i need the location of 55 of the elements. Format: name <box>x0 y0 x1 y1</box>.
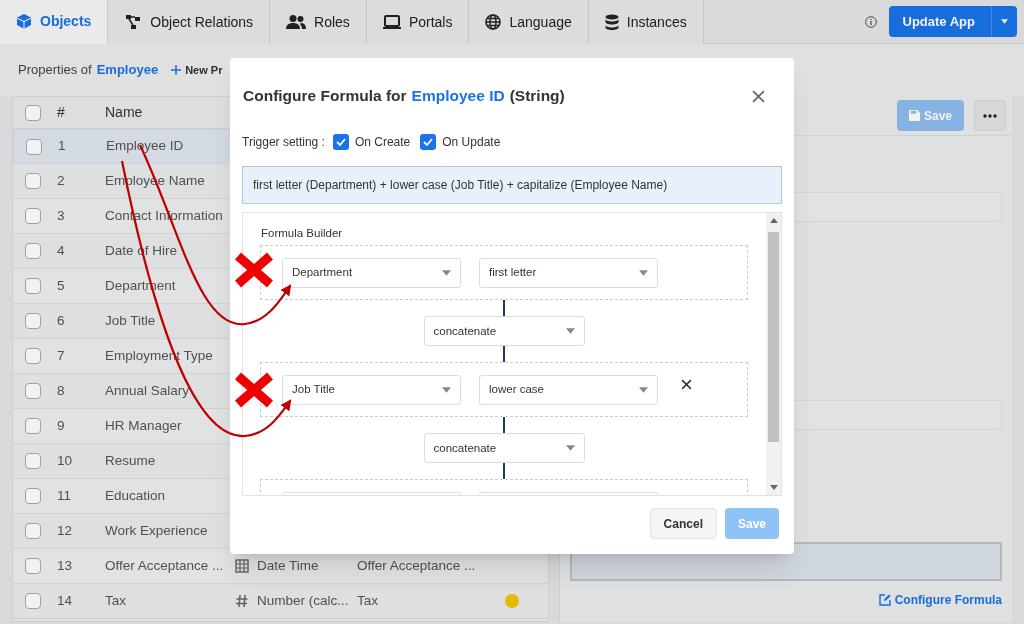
table-cell-text: 1 <box>58 137 67 156</box>
trigger-label: Trigger setting : <box>242 134 325 151</box>
dialog-title: Employee ID <box>411 86 505 107</box>
dialog-title: Configure Formula for <box>243 86 407 107</box>
table-cell-text: Offer Acceptance ... <box>357 556 477 575</box>
operator-select[interactable]: concatenate <box>423 433 585 464</box>
table-cell-text: Annual Salary <box>105 381 191 400</box>
expression-field: first letter (Department) + lower case (Job Title) + capitalize (Employee Name) <box>242 166 782 204</box>
table-cell-text: 5 <box>57 276 66 295</box>
cancel-button[interactable]: Cancel <box>649 508 717 539</box>
checkbox-label: On Create <box>354 134 411 151</box>
tab[interactable]: Portals <box>366 0 470 44</box>
table-cell-text: Job Title <box>105 311 157 330</box>
field-select[interactable]: Job Title <box>282 374 461 405</box>
table-cell-text: 3 <box>57 206 66 225</box>
table-cell-text: 9 <box>57 416 66 435</box>
table-cell-text: Date Time <box>257 556 319 575</box>
table-cell-text: 4 <box>57 241 66 260</box>
new-property-button[interactable]: New Pr <box>171 61 223 79</box>
object-name: Employee <box>96 61 159 80</box>
update-app-button[interactable]: Update App <box>888 6 1017 37</box>
field-select[interactable]: Department <box>282 257 461 288</box>
configure-formula-link[interactable]: Configure Formula <box>878 591 1002 609</box>
table-cell-text: 12 <box>57 521 74 540</box>
tab[interactable]: Roles <box>270 0 367 44</box>
section-title: Formula Builder <box>260 226 344 241</box>
table-cell-text: Tax <box>357 591 379 610</box>
table-cell-text: Education <box>105 486 167 505</box>
function-select[interactable]: lower case <box>479 374 658 405</box>
table-cell-text: Offer Acceptance ... <box>105 556 225 575</box>
table-cell-text: Employee ID <box>106 137 185 156</box>
table-cell-text: Resume <box>105 451 157 470</box>
table-cell-text: 7 <box>57 346 66 365</box>
table-cell-text: Number (calc... <box>257 591 349 610</box>
table-cell-text: 14 <box>57 591 74 610</box>
table-cell-text: Work Experience <box>105 521 209 540</box>
table-cell-text: 13 <box>57 556 74 575</box>
column-header: Name <box>105 103 143 122</box>
function-select[interactable]: first letter <box>479 257 658 288</box>
table-cell-text: 6 <box>57 311 66 330</box>
table-cell-text: 2 <box>57 171 66 190</box>
dialog-title: (String) <box>509 86 565 107</box>
tab[interactable]: Language <box>469 0 589 44</box>
column-header: # <box>57 103 66 122</box>
table-cell-text: 10 <box>57 451 74 470</box>
tab[interactable]: Objects <box>0 0 109 44</box>
operator-select[interactable]: concatenate <box>423 316 585 347</box>
table-cell-text: Tax <box>105 591 127 610</box>
table-cell-text: 8 <box>57 381 66 400</box>
tab[interactable]: Instances <box>588 0 704 44</box>
tab[interactable]: Object Relations <box>108 0 271 44</box>
checkbox-label: On Update <box>442 134 501 151</box>
table-cell-text: HR Manager <box>105 416 183 435</box>
toolbar-label: Properties of <box>18 61 92 80</box>
table-cell-text: 11 <box>57 486 72 505</box>
